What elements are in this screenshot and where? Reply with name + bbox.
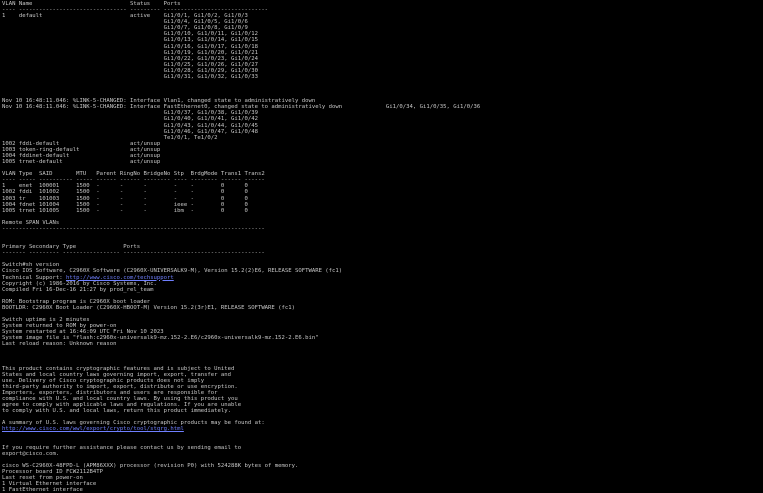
crypto-summary-link[interactable]: http://www.cisco.com/wwl/export/crypto/t… — [2, 426, 184, 432]
terminal-line-text: ----------------------------------------… — [2, 225, 265, 232]
terminal-window[interactable]: VLAN Name Status Ports ---- -------------… — [0, 0, 763, 493]
terminal-line-text: 1 FastEthernet interface — [2, 487, 83, 493]
terminal-line-text: 1005 trnet-default act/unsup — [2, 159, 161, 166]
terminal-line-text: Compiled Fri 16-Dec-16 21:27 by prod_rel… — [2, 286, 154, 293]
terminal-line-text: to comply with U.S. and local laws, retu… — [2, 408, 232, 415]
terminal-line-text: Last reload reason: Unknown reason — [2, 341, 117, 348]
terminal-line-text: 1005 trnet 101005 1500 - - - ibm - 0 0 — [2, 207, 248, 214]
terminal-line-text: ------- --------- ----------------- ----… — [2, 250, 265, 257]
terminal-output: VLAN Name Status Ports ---- -------------… — [2, 1, 480, 493]
terminal-line-text: export@cisco.com. — [2, 450, 60, 457]
terminal-line-text: Gi1/0/31, Gi1/0/32, Gi1/0/33 — [2, 73, 258, 80]
terminal-line: 1 FastEthernet interface — [2, 487, 480, 493]
terminal-line-text: BOOTLDR: C2960X Boot Loader (C2960X-HBOO… — [2, 304, 295, 311]
